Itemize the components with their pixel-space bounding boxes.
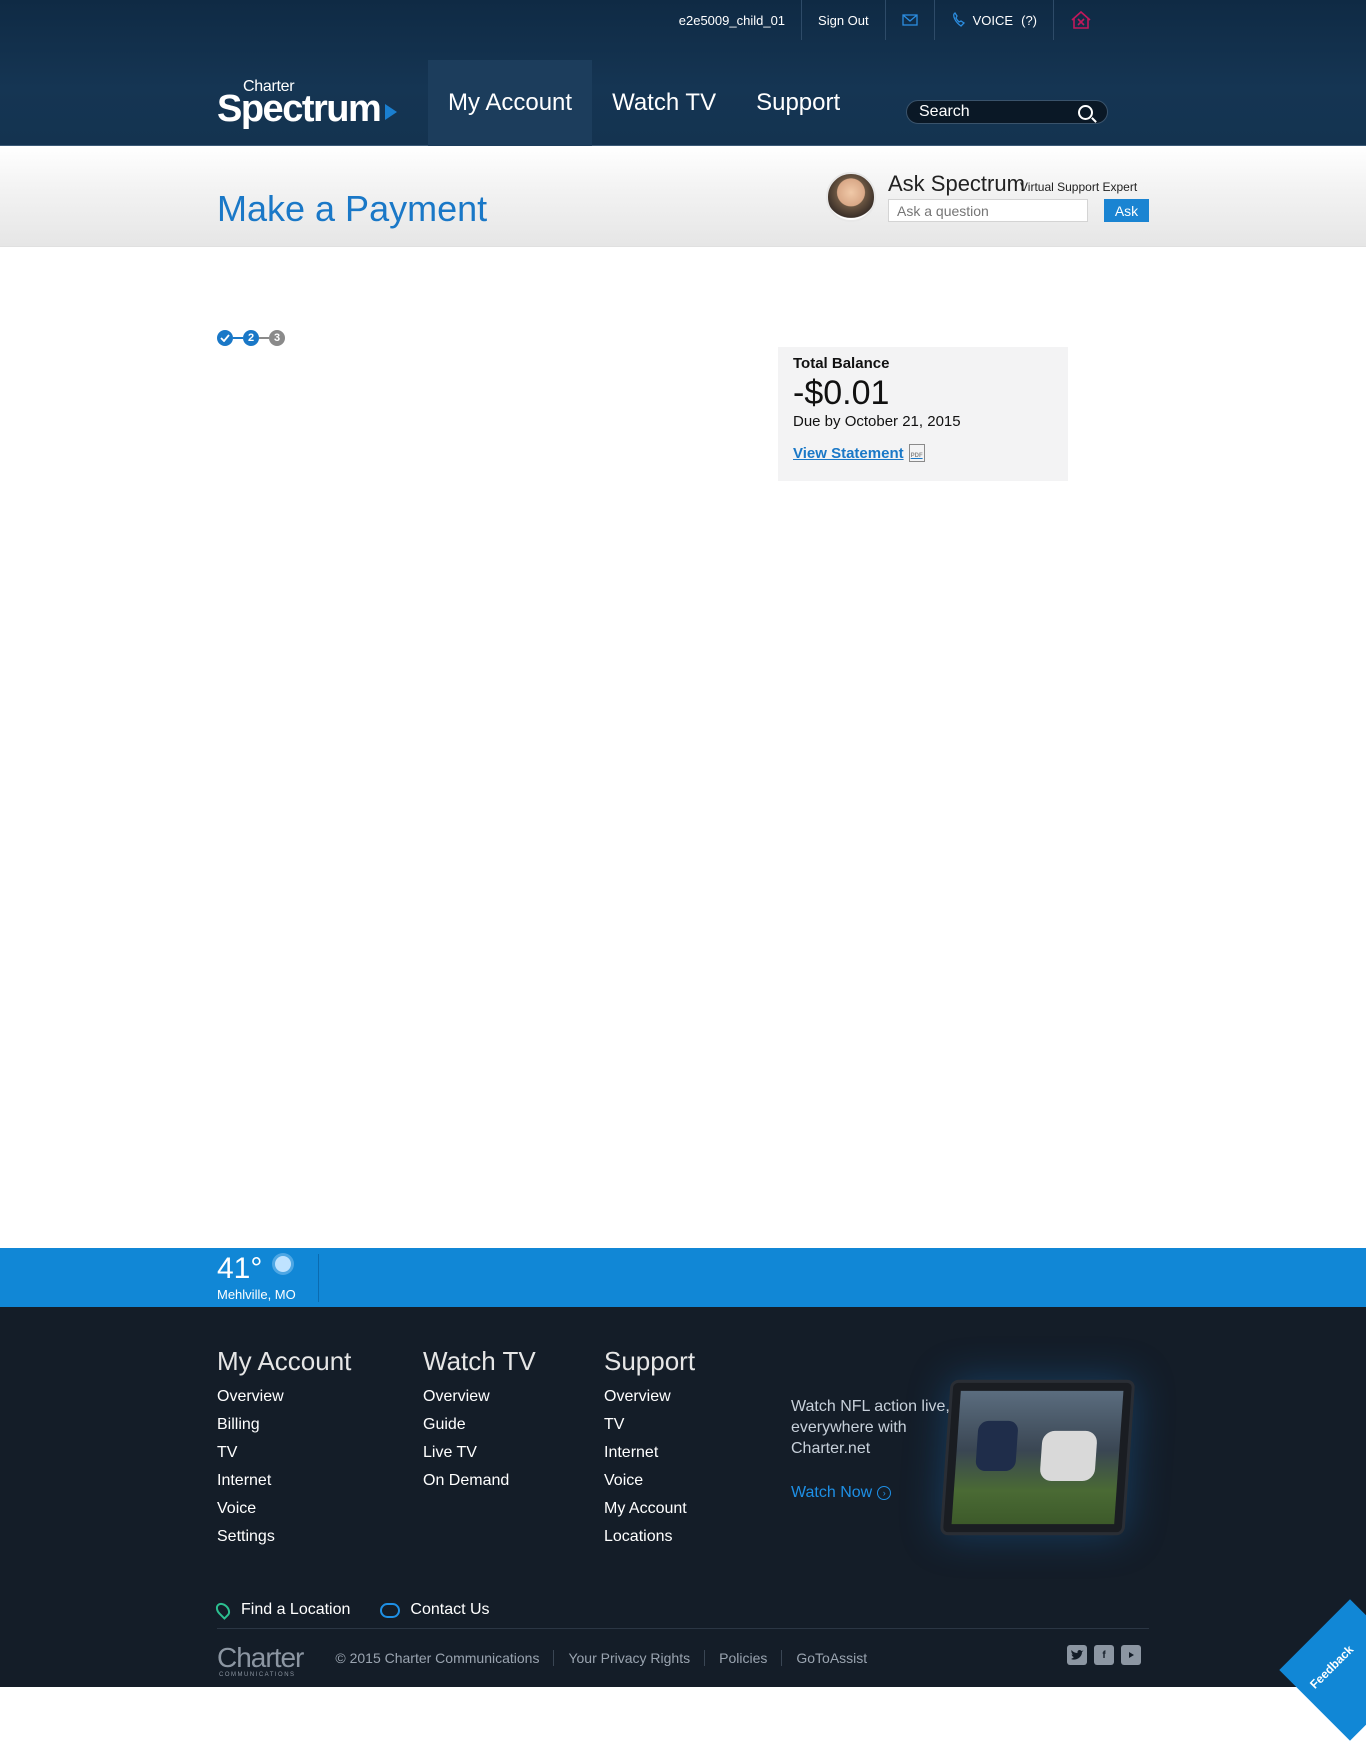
nfl-tablet-image[interactable] [939,1379,1136,1536]
voice-link[interactable]: VOICE (?) [935,0,1054,40]
privacy-rights-link[interactable]: Your Privacy Rights [554,1650,706,1666]
arrow-right-icon: › [877,1486,892,1500]
facebook-icon[interactable]: f [1094,1645,1114,1665]
payment-steps: 2 3 [217,328,285,348]
nav-my-account[interactable]: My Account [428,60,593,146]
weather-location: Mehlville, MO [217,1287,296,1302]
mail-icon[interactable] [886,0,935,40]
footer-column-watch-tv: Watch TV Overview Guide Live TV On Deman… [423,1346,536,1495]
balance-card: Total Balance -$0.01 Due by October 21, … [778,347,1068,481]
footer-heading: My Account [217,1346,352,1376]
footer-link[interactable]: Voice [604,1467,695,1495]
ask-spectrum-subtitle: Virtual Support Expert [1020,180,1138,194]
balance-amount: -$0.01 [793,374,890,412]
ask-spectrum-title: Ask Spectrum [888,171,1025,196]
find-location-label: Find a Location [241,1601,351,1618]
footer-link[interactable]: Billing [217,1411,351,1439]
charter-logo-subtext: COMMUNICATIONS [219,1672,296,1678]
gotoassist-link[interactable]: GoToAssist [782,1650,881,1666]
footer-link[interactable]: Voice [217,1495,351,1523]
search-icon[interactable] [1078,105,1093,120]
ask-question-input[interactable] [888,199,1088,222]
balance-due-date: Due by October 21, 2015 [793,413,961,430]
footer-link[interactable]: Overview [604,1383,695,1411]
pdf-icon: PDF [908,444,925,462]
policies-link[interactable]: Policies [705,1650,783,1666]
sun-icon [275,1256,291,1272]
social-links: f [1060,1645,1141,1665]
voice-count: (?) [1021,12,1037,28]
phone-icon [952,12,965,27]
weather-divider [318,1254,319,1302]
tablet-screen [951,1390,1124,1525]
footer-heading: Watch TV [423,1346,536,1376]
search-label: Search [919,103,970,120]
footer-link[interactable]: TV [604,1411,695,1439]
location-pin-icon [213,1600,233,1620]
footer-link[interactable]: My Account [604,1495,695,1523]
footer-tools: Find a Location Contact Us [213,1600,520,1620]
main-nav: My Account Watch TV Support [428,60,860,146]
youtube-icon[interactable] [1121,1645,1141,1665]
twitter-icon[interactable] [1067,1645,1087,1665]
footer-divider [217,1628,1149,1629]
contact-us-label: Contact Us [410,1601,490,1618]
username: e2e5009_child_01 [663,0,803,40]
contact-us-link[interactable]: Contact Us [380,1601,490,1619]
title-banner [0,147,1366,247]
search-field[interactable]: Search [906,100,1108,124]
page-title: Make a Payment [217,188,488,229]
footer-legal: Charter COMMUNICATIONS © 2015 Charter Co… [217,1640,881,1678]
voice-label: VOICE [972,12,1014,28]
copyright-text: © 2015 Charter Communications [321,1650,555,1666]
footer-link[interactable]: Settings [217,1523,351,1551]
sign-out-link[interactable]: Sign Out [802,0,886,40]
footer-link[interactable]: Internet [604,1439,695,1467]
logo-spectrum-text: Spectrum [217,88,382,130]
site-header: e2e5009_child_01 Sign Out VOICE (?) Char… [0,0,1366,146]
footer-heading: Support [604,1346,696,1376]
charter-footer-logo[interactable]: Charter COMMUNICATIONS [217,1642,304,1678]
home-alert-icon[interactable] [1054,0,1108,40]
watch-now-link[interactable]: Watch Now › [791,1484,892,1502]
balance-label: Total Balance [793,355,890,372]
step-2-current: 2 [243,330,259,346]
footer-link[interactable]: TV [217,1439,351,1467]
chat-bubble-icon [380,1602,401,1618]
footer-link[interactable]: Live TV [423,1439,536,1467]
footer-link[interactable]: On Demand [423,1467,536,1495]
promo-text: Watch NFL action live, everywhere with C… [791,1398,950,1457]
weather-temperature: 41° [217,1252,263,1285]
watch-now-label: Watch Now [791,1484,873,1501]
view-statement-label: View Statement [793,444,904,462]
step-connector [259,337,269,339]
view-statement-link[interactable]: View Statement PDF [793,444,925,462]
find-location-link[interactable]: Find a Location [213,1600,351,1620]
utility-bar: e2e5009_child_01 Sign Out VOICE (?) [663,0,1108,40]
footer-link[interactable]: Overview [423,1383,536,1411]
nav-watch-tv[interactable]: Watch TV [592,60,736,146]
footer-link[interactable]: Overview [217,1383,351,1411]
step-3-future: 3 [269,330,285,346]
footer-link[interactable]: Locations [604,1523,695,1551]
charter-logo-text: Charter [217,1642,304,1673]
step-1-complete [217,330,233,346]
logo-arrow-icon [385,104,397,120]
footer-column-my-account: My Account Overview Billing TV Internet … [217,1346,351,1551]
weather-bar [0,1248,1366,1307]
expert-avatar [826,172,876,222]
footer-link[interactable]: Internet [217,1467,351,1495]
footer-link[interactable]: Guide [423,1411,536,1439]
checkmark-icon [220,334,230,342]
ask-button[interactable]: Ask [1104,199,1149,222]
footer-column-support: Support Overview TV Internet Voice My Ac… [604,1346,695,1551]
nav-support[interactable]: Support [736,60,860,146]
step-connector [233,337,243,339]
